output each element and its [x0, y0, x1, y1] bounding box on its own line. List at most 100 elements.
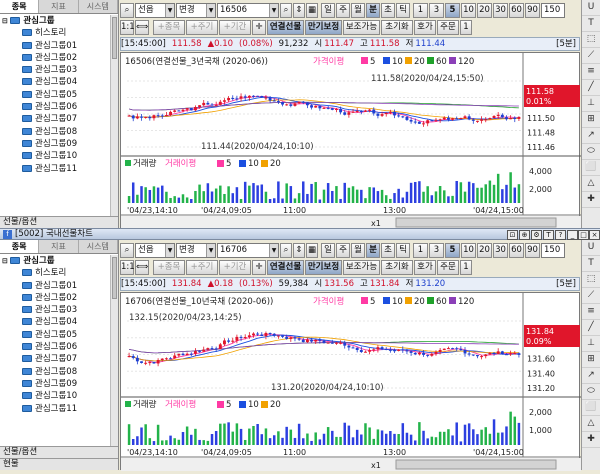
- tool-triangle-icon[interactable]: △: [582, 416, 600, 432]
- tool-u-icon[interactable]: U: [582, 240, 600, 256]
- sidebar-scrollbar[interactable]: [110, 255, 118, 446]
- tab-stocks[interactable]: 종목: [0, 240, 40, 253]
- tree-item[interactable]: 관심그룹11: [0, 403, 118, 415]
- ratio-button[interactable]: 1:1: [120, 260, 135, 275]
- tool-hline-icon[interactable]: ≡: [582, 64, 600, 80]
- tool-arrow-icon[interactable]: ↗: [582, 128, 600, 144]
- interval-3[interactable]: 3: [429, 3, 444, 18]
- reset-button[interactable]: 초기화: [381, 20, 413, 35]
- market-select[interactable]: 선옵 ▼: [135, 243, 175, 258]
- search-button[interactable]: ⌕: [120, 3, 134, 18]
- tree-item[interactable]: 관심그룹11: [0, 163, 118, 175]
- tool-text-icon[interactable]: T: [582, 256, 600, 272]
- period-minute[interactable]: 분: [366, 3, 380, 18]
- tool-select-icon[interactable]: ⬚: [582, 32, 600, 48]
- interval-30[interactable]: 30: [493, 243, 508, 258]
- tree-item[interactable]: 관심그룹01: [0, 40, 118, 52]
- interval-60[interactable]: 60: [509, 243, 524, 258]
- tree-item[interactable]: 관심그룹02: [0, 52, 118, 64]
- interval-90[interactable]: 90: [525, 3, 540, 18]
- tool-vline-icon[interactable]: ⊥: [582, 96, 600, 112]
- tool-vline-icon[interactable]: ⊥: [582, 336, 600, 352]
- tree-item[interactable]: 관심그룹08: [0, 126, 118, 138]
- tree-item[interactable]: 관심그룹05: [0, 329, 118, 341]
- tree-item[interactable]: 관심그룹08: [0, 366, 118, 378]
- tool-ellipse-icon[interactable]: ⬭: [582, 144, 600, 160]
- quote-button[interactable]: 호가: [414, 20, 436, 35]
- interval-90[interactable]: 90: [525, 243, 540, 258]
- tab-systems[interactable]: 시스템: [79, 240, 118, 253]
- tree-item[interactable]: 관심그룹05: [0, 89, 118, 101]
- tree-item[interactable]: 관심그룹06: [0, 101, 118, 113]
- range-input[interactable]: 150: [541, 3, 565, 18]
- link-futures-button[interactable]: 연결선물: [267, 20, 304, 35]
- code-input[interactable]: 16506 ▼: [217, 3, 279, 18]
- sidebar-footer-futures-options[interactable]: 선물/옵션: [0, 216, 118, 228]
- period-month[interactable]: 월: [351, 243, 365, 258]
- chart-canvas-2[interactable]: 16706(연결선물_10년국채 (2020-06)) 가격이평 5 10 20 60 12…: [121, 293, 581, 471]
- tree-item[interactable]: 관심그룹04: [0, 76, 118, 88]
- interval-30[interactable]: 30: [493, 3, 508, 18]
- lookup-button[interactable]: ⌕: [280, 243, 292, 258]
- sidebar-scrollbar[interactable]: [110, 15, 118, 216]
- stay-button[interactable]: 1: [460, 20, 472, 35]
- scroll-thumb[interactable]: [112, 257, 117, 299]
- tree-item[interactable]: 관심그룹07: [0, 113, 118, 125]
- tool-cross-icon[interactable]: ✚: [582, 432, 600, 448]
- interval-1[interactable]: 1: [413, 243, 428, 258]
- tab-indicators[interactable]: 지표: [39, 240, 79, 253]
- window-2-titlebar[interactable]: f [5002] 국내선물차트 ⊡ ⊕ ⚙ T ? _ □ ×: [0, 228, 600, 240]
- tool-ray-icon[interactable]: ╱: [582, 80, 600, 96]
- interval-20[interactable]: 20: [477, 3, 492, 18]
- range-add-button[interactable]: +기간: [219, 260, 251, 275]
- search-button[interactable]: ⌕: [120, 243, 134, 258]
- change-select[interactable]: 변경 ▼: [176, 3, 216, 18]
- tab-indicators[interactable]: 지표: [39, 0, 79, 13]
- tree-item[interactable]: 관심그룹03: [0, 304, 118, 316]
- scroll-thumb[interactable]: [112, 17, 117, 59]
- tree-item[interactable]: 히스토리: [0, 27, 118, 39]
- stepper-button[interactable]: ⇕: [293, 3, 305, 18]
- period-day[interactable]: 일: [321, 243, 335, 258]
- ratio-button[interactable]: 1:1: [120, 20, 135, 35]
- expiry-adjust-button[interactable]: 만기보정: [305, 260, 342, 275]
- fit-button[interactable]: ⟺: [135, 260, 149, 275]
- tree-item[interactable]: 관심그룹02: [0, 292, 118, 304]
- tool-grid-icon[interactable]: ⊞: [582, 112, 600, 128]
- cycle-add-button[interactable]: +주기: [186, 260, 218, 275]
- change-select[interactable]: 변경 ▼: [176, 243, 216, 258]
- cycle-add-button[interactable]: +주기: [186, 20, 218, 35]
- tree-item[interactable]: 관심그룹09: [0, 378, 118, 390]
- interval-60[interactable]: 60: [509, 3, 524, 18]
- tool-hline-icon[interactable]: ≡: [582, 304, 600, 320]
- tree-root[interactable]: ⊟ 관심그룹: [0, 255, 118, 267]
- period-month[interactable]: 월: [351, 3, 365, 18]
- code-input[interactable]: 16706 ▼: [217, 243, 279, 258]
- period-minute[interactable]: 분: [366, 243, 380, 258]
- interval-10[interactable]: 10: [461, 3, 476, 18]
- order-button[interactable]: 주문: [437, 20, 459, 35]
- tab-systems[interactable]: 시스템: [79, 0, 118, 13]
- period-tick[interactable]: 틱: [396, 243, 410, 258]
- stock-add-button[interactable]: +종목: [153, 20, 185, 35]
- interval-1[interactable]: 1: [413, 3, 428, 18]
- period-week[interactable]: 주: [336, 243, 350, 258]
- range-input[interactable]: 150: [541, 243, 565, 258]
- tree-item[interactable]: 관심그룹09: [0, 138, 118, 150]
- lookup-button[interactable]: ⌕: [280, 3, 292, 18]
- tool-rect-icon[interactable]: ⬜: [582, 160, 600, 176]
- quote-button[interactable]: 호가: [414, 260, 436, 275]
- interval-5[interactable]: 5: [445, 243, 460, 258]
- tree-item[interactable]: 관심그룹04: [0, 316, 118, 328]
- assist-button[interactable]: 보조가능: [343, 20, 380, 35]
- tool-triangle-icon[interactable]: △: [582, 176, 600, 192]
- tree-item[interactable]: 관심그룹10: [0, 150, 118, 162]
- chart-canvas-1[interactable]: 16506(연결선물_3년국채 (2020-06)) 가격이평 5 10 20 60 120…: [121, 53, 581, 229]
- tool-cross-icon[interactable]: ✚: [582, 192, 600, 208]
- tree-item[interactable]: 히스토리: [0, 267, 118, 279]
- maximize-icon[interactable]: □: [578, 230, 589, 240]
- reset-button[interactable]: 초기화: [381, 260, 413, 275]
- tool-select-icon[interactable]: ⬚: [582, 272, 600, 288]
- lock-icon[interactable]: ⊡: [507, 230, 518, 240]
- interval-20[interactable]: 20: [477, 243, 492, 258]
